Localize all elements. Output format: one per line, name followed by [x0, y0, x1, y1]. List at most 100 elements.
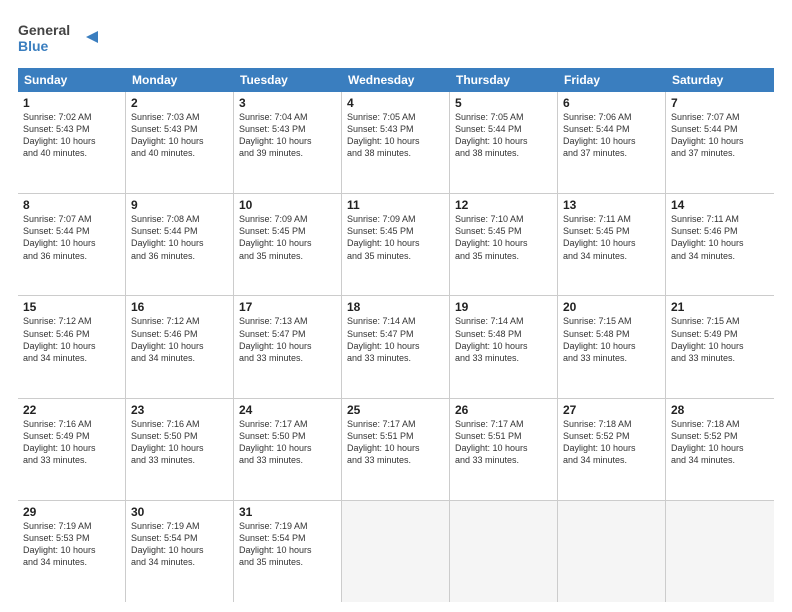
- cell-line: and 34 minutes.: [563, 250, 660, 262]
- calendar-cell: 17Sunrise: 7:13 AMSunset: 5:47 PMDayligh…: [234, 296, 342, 397]
- cell-line: and 39 minutes.: [239, 147, 336, 159]
- cell-line: Daylight: 10 hours: [347, 340, 444, 352]
- day-number: 16: [131, 300, 228, 314]
- day-number: 4: [347, 96, 444, 110]
- cell-line: Daylight: 10 hours: [131, 237, 228, 249]
- cell-line: and 36 minutes.: [131, 250, 228, 262]
- cell-line: Sunset: 5:45 PM: [563, 225, 660, 237]
- cell-info: Sunrise: 7:11 AMSunset: 5:46 PMDaylight:…: [671, 213, 769, 262]
- svg-text:Blue: Blue: [18, 38, 49, 54]
- cell-line: Daylight: 10 hours: [23, 135, 120, 147]
- calendar-cell: [450, 501, 558, 602]
- calendar-cell: 9Sunrise: 7:08 AMSunset: 5:44 PMDaylight…: [126, 194, 234, 295]
- calendar-cell: 19Sunrise: 7:14 AMSunset: 5:48 PMDayligh…: [450, 296, 558, 397]
- cell-line: and 40 minutes.: [131, 147, 228, 159]
- day-number: 7: [671, 96, 769, 110]
- day-header-thursday: Thursday: [450, 68, 558, 92]
- cell-line: Sunset: 5:43 PM: [23, 123, 120, 135]
- day-number: 10: [239, 198, 336, 212]
- day-number: 6: [563, 96, 660, 110]
- cell-line: and 34 minutes.: [671, 250, 769, 262]
- cell-line: Sunset: 5:44 PM: [671, 123, 769, 135]
- calendar-week-1: 1Sunrise: 7:02 AMSunset: 5:43 PMDaylight…: [18, 92, 774, 194]
- cell-info: Sunrise: 7:05 AMSunset: 5:43 PMDaylight:…: [347, 111, 444, 160]
- day-header-wednesday: Wednesday: [342, 68, 450, 92]
- cell-line: Sunset: 5:47 PM: [239, 328, 336, 340]
- cell-line: Sunset: 5:45 PM: [347, 225, 444, 237]
- cell-line: and 35 minutes.: [347, 250, 444, 262]
- calendar-cell: 18Sunrise: 7:14 AMSunset: 5:47 PMDayligh…: [342, 296, 450, 397]
- cell-line: and 37 minutes.: [671, 147, 769, 159]
- day-number: 8: [23, 198, 120, 212]
- cell-line: Sunrise: 7:19 AM: [23, 520, 120, 532]
- cell-line: and 33 minutes.: [563, 352, 660, 364]
- day-number: 3: [239, 96, 336, 110]
- cell-info: Sunrise: 7:19 AMSunset: 5:54 PMDaylight:…: [131, 520, 228, 569]
- cell-line: Daylight: 10 hours: [563, 237, 660, 249]
- cell-info: Sunrise: 7:04 AMSunset: 5:43 PMDaylight:…: [239, 111, 336, 160]
- svg-text:General: General: [18, 22, 70, 38]
- cell-line: Daylight: 10 hours: [671, 442, 769, 454]
- cell-line: Daylight: 10 hours: [239, 340, 336, 352]
- cell-line: Sunrise: 7:17 AM: [455, 418, 552, 430]
- day-number: 30: [131, 505, 228, 519]
- calendar: SundayMondayTuesdayWednesdayThursdayFrid…: [18, 68, 774, 602]
- cell-line: Daylight: 10 hours: [239, 544, 336, 556]
- general-blue-logo-icon: General Blue: [18, 18, 98, 58]
- cell-line: Daylight: 10 hours: [23, 340, 120, 352]
- day-header-monday: Monday: [126, 68, 234, 92]
- day-number: 27: [563, 403, 660, 417]
- calendar-cell: 30Sunrise: 7:19 AMSunset: 5:54 PMDayligh…: [126, 501, 234, 602]
- calendar-week-4: 22Sunrise: 7:16 AMSunset: 5:49 PMDayligh…: [18, 399, 774, 501]
- cell-line: Sunrise: 7:19 AM: [239, 520, 336, 532]
- cell-info: Sunrise: 7:12 AMSunset: 5:46 PMDaylight:…: [131, 315, 228, 364]
- cell-line: Sunrise: 7:08 AM: [131, 213, 228, 225]
- cell-line: Sunrise: 7:05 AM: [455, 111, 552, 123]
- cell-line: and 34 minutes.: [131, 556, 228, 568]
- cell-line: Daylight: 10 hours: [131, 340, 228, 352]
- cell-line: Sunset: 5:48 PM: [455, 328, 552, 340]
- cell-info: Sunrise: 7:13 AMSunset: 5:47 PMDaylight:…: [239, 315, 336, 364]
- calendar-cell: 3Sunrise: 7:04 AMSunset: 5:43 PMDaylight…: [234, 92, 342, 193]
- day-number: 29: [23, 505, 120, 519]
- cell-line: Sunrise: 7:09 AM: [239, 213, 336, 225]
- day-number: 11: [347, 198, 444, 212]
- cell-line: Sunrise: 7:06 AM: [563, 111, 660, 123]
- cell-info: Sunrise: 7:02 AMSunset: 5:43 PMDaylight:…: [23, 111, 120, 160]
- day-number: 23: [131, 403, 228, 417]
- day-number: 2: [131, 96, 228, 110]
- calendar-cell: 26Sunrise: 7:17 AMSunset: 5:51 PMDayligh…: [450, 399, 558, 500]
- cell-line: Daylight: 10 hours: [563, 442, 660, 454]
- day-number: 9: [131, 198, 228, 212]
- cell-line: Sunrise: 7:07 AM: [671, 111, 769, 123]
- cell-line: Sunrise: 7:14 AM: [347, 315, 444, 327]
- page: General Blue SundayMondayTuesdayWednesda…: [0, 0, 792, 612]
- cell-info: Sunrise: 7:17 AMSunset: 5:50 PMDaylight:…: [239, 418, 336, 467]
- calendar-cell: 6Sunrise: 7:06 AMSunset: 5:44 PMDaylight…: [558, 92, 666, 193]
- calendar-cell: 29Sunrise: 7:19 AMSunset: 5:53 PMDayligh…: [18, 501, 126, 602]
- cell-info: Sunrise: 7:18 AMSunset: 5:52 PMDaylight:…: [563, 418, 660, 467]
- cell-info: Sunrise: 7:15 AMSunset: 5:48 PMDaylight:…: [563, 315, 660, 364]
- cell-line: and 38 minutes.: [455, 147, 552, 159]
- calendar-week-2: 8Sunrise: 7:07 AMSunset: 5:44 PMDaylight…: [18, 194, 774, 296]
- cell-line: Sunset: 5:52 PM: [671, 430, 769, 442]
- calendar-cell: [558, 501, 666, 602]
- calendar-cell: 11Sunrise: 7:09 AMSunset: 5:45 PMDayligh…: [342, 194, 450, 295]
- cell-line: Daylight: 10 hours: [455, 442, 552, 454]
- calendar-cell: 21Sunrise: 7:15 AMSunset: 5:49 PMDayligh…: [666, 296, 774, 397]
- day-number: 24: [239, 403, 336, 417]
- cell-line: and 36 minutes.: [23, 250, 120, 262]
- cell-line: and 34 minutes.: [23, 352, 120, 364]
- cell-line: Sunset: 5:53 PM: [23, 532, 120, 544]
- cell-info: Sunrise: 7:12 AMSunset: 5:46 PMDaylight:…: [23, 315, 120, 364]
- cell-line: and 34 minutes.: [131, 352, 228, 364]
- calendar-cell: 15Sunrise: 7:12 AMSunset: 5:46 PMDayligh…: [18, 296, 126, 397]
- cell-info: Sunrise: 7:09 AMSunset: 5:45 PMDaylight:…: [347, 213, 444, 262]
- cell-line: Sunrise: 7:15 AM: [671, 315, 769, 327]
- cell-line: and 35 minutes.: [239, 250, 336, 262]
- calendar-cell: 22Sunrise: 7:16 AMSunset: 5:49 PMDayligh…: [18, 399, 126, 500]
- cell-info: Sunrise: 7:06 AMSunset: 5:44 PMDaylight:…: [563, 111, 660, 160]
- cell-line: Sunrise: 7:05 AM: [347, 111, 444, 123]
- cell-line: Sunset: 5:43 PM: [347, 123, 444, 135]
- calendar-cell: 13Sunrise: 7:11 AMSunset: 5:45 PMDayligh…: [558, 194, 666, 295]
